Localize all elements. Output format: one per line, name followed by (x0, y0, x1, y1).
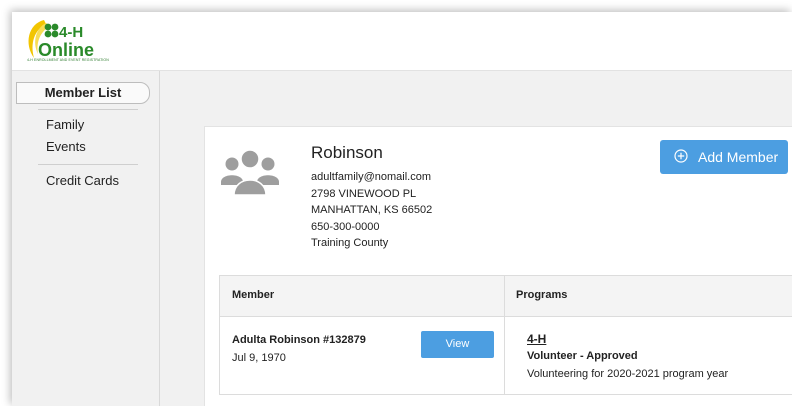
family-card: Robinson adultfamily@nomail.com 2798 VIN… (204, 126, 792, 406)
family-avatar-icon (221, 149, 279, 196)
sidebar-item-events[interactable]: Events (46, 139, 86, 154)
program-link[interactable]: 4-H (527, 332, 546, 346)
sidebar: Member List Family Events Credit Cards (12, 71, 160, 406)
program-status: Volunteer - Approved (527, 350, 638, 362)
app-window: 4-H Online 4-H ENROLLMENT AND EVENT REGI… (12, 12, 792, 406)
sidebar-item-family[interactable]: Family (46, 117, 84, 132)
logo-tagline: 4-H ENROLLMENT AND EVENT REGISTRATION (27, 58, 109, 62)
logo-text: 4-H (59, 24, 83, 41)
logo-text-online: Online (38, 40, 94, 60)
top-bar: 4-H Online 4-H ENROLLMENT AND EVENT REGI… (12, 12, 792, 71)
view-member-button[interactable]: View (421, 331, 494, 358)
plus-circle-icon (674, 149, 688, 163)
members-table: Member Programs Adulta Robinson #132879 … (219, 275, 792, 395)
column-header-member: Member (232, 289, 275, 301)
add-member-button[interactable]: Add Member (660, 140, 788, 174)
member-name: Adulta Robinson #132879 (232, 334, 366, 346)
family-county: Training County (311, 237, 389, 249)
column-header-programs: Programs (516, 289, 568, 301)
column-divider (504, 276, 505, 394)
family-phone: 650-300-0000 (311, 220, 380, 233)
program-description: Volunteering for 2020-2021 program year (527, 368, 729, 380)
sidebar-divider (38, 164, 138, 165)
family-name: Robinson (311, 143, 383, 162)
sidebar-item-credit-cards[interactable]: Credit Cards (46, 173, 119, 188)
table-header: Member Programs (220, 276, 792, 317)
family-contact: adultfamily@nomail.com 2798 VINEWOOD PL … (311, 169, 432, 252)
member-dob: Jul 9, 1970 (232, 352, 286, 364)
family-address-line2: MANHATTAN, KS 66502 (311, 204, 433, 216)
sidebar-item-member-list[interactable]: Member List (16, 82, 150, 104)
add-member-label: Add Member (698, 149, 779, 165)
family-address-line1: 2798 VINEWOOD PL (311, 187, 417, 200)
logo[interactable]: 4-H Online 4-H ENROLLMENT AND EVENT REGI… (22, 14, 118, 68)
family-email: adultfamily@nomail.com (311, 171, 431, 183)
sidebar-divider (38, 109, 138, 110)
